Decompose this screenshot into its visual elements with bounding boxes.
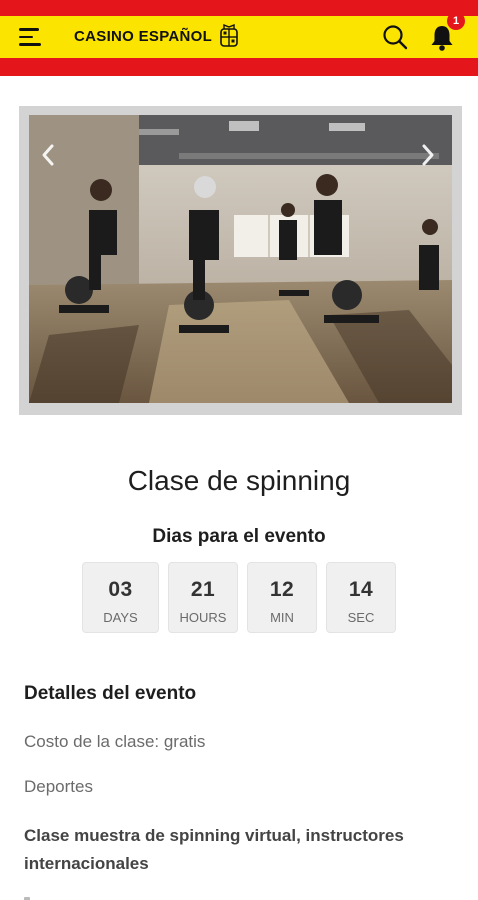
chevron-right-icon[interactable] [418, 140, 438, 170]
event-photo [29, 115, 452, 403]
header-band: CASINO ESPAÑOL [0, 16, 478, 58]
menu-icon[interactable] [19, 25, 43, 49]
carousel-indicator[interactable] [127, 511, 159, 515]
countdown-label: Dias para el evento [152, 526, 326, 547]
countdown-days: 03 DAYS [82, 562, 159, 633]
chevron-left-icon[interactable] [38, 140, 58, 170]
brand-name: CASINO ESPAÑOL [74, 28, 213, 45]
event-description: Clase muestra de spinning virtual, instr… [24, 826, 404, 873]
details-heading: Detalles del evento [24, 683, 197, 704]
event-image-carousel[interactable] [19, 106, 462, 515]
event-title: Clase de spinning [127, 465, 351, 496]
countdown-value: 12 [269, 578, 295, 601]
event-cost: Costo de la clase: gratis [24, 732, 206, 751]
countdown-hours: 21 HOURS [168, 562, 238, 633]
countdown-unit: HOURS [179, 610, 227, 625]
countdown-unit: MIN [270, 610, 294, 625]
app-header: CASINO ESPAÑOL 1 [0, 0, 478, 76]
countdown-unit: DAYS [103, 610, 138, 625]
crest-icon [220, 24, 238, 47]
notification-badge: 1 [447, 12, 465, 30]
countdown-minutes: 12 MIN [247, 562, 317, 633]
countdown-value: 14 [348, 578, 374, 601]
partially-visible-row [24, 895, 84, 900]
event-category: Deportes [24, 777, 93, 796]
countdown-timer: 03 DAYS 21 HOURS 12 MIN 14 SEC [82, 562, 396, 633]
countdown-seconds: 14 SEC [326, 562, 396, 633]
search-icon[interactable] [382, 24, 408, 50]
countdown-value: 21 [190, 578, 216, 601]
countdown-unit: SEC [347, 610, 375, 625]
countdown-value: 03 [108, 578, 133, 601]
